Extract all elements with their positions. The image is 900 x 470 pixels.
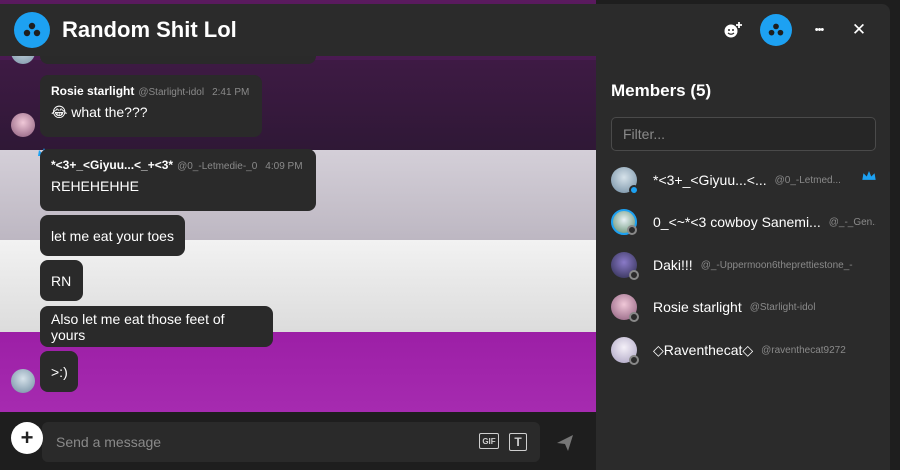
message-composer: GIF T + (0, 412, 596, 470)
member-name: Daki!!! (653, 257, 693, 273)
member-avatar (611, 252, 639, 280)
member-avatar (611, 337, 639, 365)
status-offline-icon (629, 270, 639, 280)
member-name: *<3+_<Giyuu...<... (653, 172, 767, 188)
message-text: let me eat your toes (51, 227, 174, 244)
message-text: >:) (51, 363, 68, 380)
member-handle: @_-_Gen... (828, 216, 876, 228)
member-item[interactable]: 0_<~*<3 cowboy Sanemi... @_-_Gen... (611, 207, 876, 237)
member-handle: @Starlight-idol (749, 301, 816, 313)
message-bubble: let me eat your toes (40, 215, 185, 256)
message-time: 4:09 PM (265, 161, 303, 172)
members-panel: Members (5) *<3+_<Giyuu...<... @0_-Letme… (596, 56, 890, 470)
user-avatar[interactable] (11, 113, 35, 137)
member-avatar (611, 294, 639, 322)
add-attachment-button[interactable]: + (11, 422, 43, 454)
message-bubble: RN (40, 260, 83, 301)
status-offline-icon (629, 312, 639, 322)
chat-background: Rosie starlight @Starlight-idol 2:41 PM … (0, 0, 596, 412)
group-avatar-icon[interactable] (760, 14, 792, 46)
send-icon[interactable] (556, 434, 574, 452)
message-time: 2:41 PM (212, 87, 250, 98)
filter-input[interactable] (612, 118, 875, 150)
member-name: 0_<~*<3 cowboy Sanemi... (653, 214, 821, 230)
message-text: Also let me eat those feet of yours (51, 310, 225, 343)
chat-header: Random Shit Lol ••• ✕ (0, 4, 890, 56)
member-handle: @_-Uppermoon6theprettiestone_- (700, 259, 853, 271)
filter-field (611, 117, 876, 151)
message-input[interactable] (56, 422, 456, 462)
text-format-button[interactable]: T (509, 433, 527, 451)
message-text: 😂 what the??? (51, 104, 148, 120)
close-icon[interactable]: ✕ (846, 17, 872, 43)
chat-title: Random Shit Lol (62, 17, 237, 42)
member-item[interactable]: *<3+_<Giyuu...<... @0_-Letmed... (611, 165, 876, 195)
member-avatar (611, 167, 639, 195)
message-handle: @0_-Letmedie-_0 (177, 161, 258, 172)
member-name: Rosie starlight (653, 299, 742, 315)
add-emoji-icon[interactable] (720, 17, 746, 43)
member-item[interactable]: ◇Raventhecat◇ @raventhecat9272 (611, 335, 876, 365)
message-handle: @Starlight-idol (138, 87, 205, 98)
status-offline-icon (627, 225, 637, 235)
member-item[interactable]: Daki!!! @_-Uppermoon6theprettiestone_- (611, 250, 876, 280)
message-bubble: *<3+_<Giyuu...<_+<3* @0_-Letmedie-_0 4:0… (40, 149, 316, 211)
message-author[interactable]: Rosie starlight (51, 84, 134, 98)
member-name: ◇Raventhecat◇ (653, 341, 754, 358)
user-avatar[interactable] (11, 369, 35, 393)
message-input-container: GIF T (42, 422, 540, 462)
message-bubble: Rosie starlight @Starlight-idol 2:41 PM … (40, 75, 262, 137)
message-bubble: Also let me eat those feet of yours (40, 306, 273, 347)
member-item[interactable]: Rosie starlight @Starlight-idol (611, 292, 876, 322)
members-title: Members (5) (611, 81, 712, 100)
member-avatar (611, 209, 637, 235)
status-online-icon (629, 185, 639, 195)
message-bubble: >:) (40, 351, 78, 392)
crown-icon (862, 171, 876, 180)
member-handle: @raventhecat9272 (761, 344, 846, 356)
group-avatar-icon[interactable] (14, 12, 50, 48)
message-text: RN (51, 272, 72, 289)
more-icon[interactable]: ••• (806, 17, 832, 43)
message-author[interactable]: *<3+_<Giyuu...<_+<3* (51, 158, 173, 172)
gif-button[interactable]: GIF (479, 433, 499, 449)
status-offline-icon (629, 355, 639, 365)
message-text: REHEHEHHE (51, 178, 139, 194)
member-handle: @0_-Letmed... (774, 174, 841, 186)
